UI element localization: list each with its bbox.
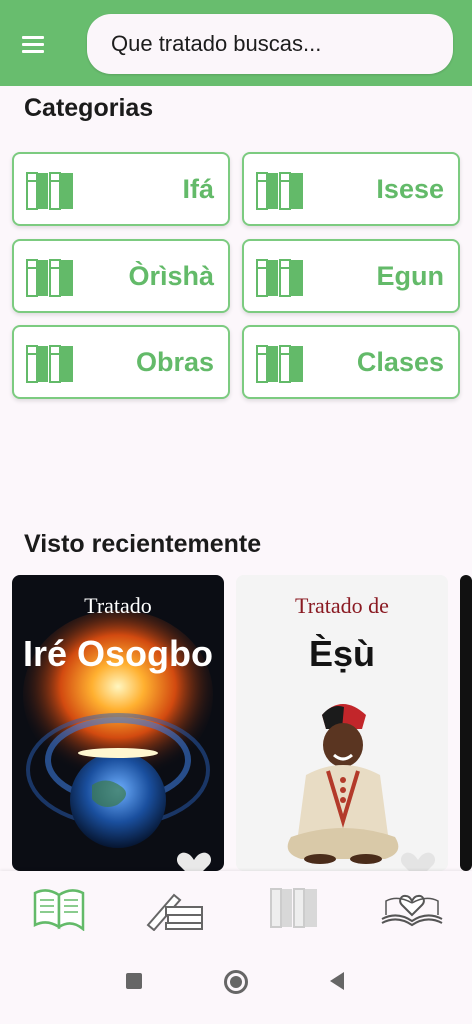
- heart-book-icon[interactable]: [380, 885, 444, 931]
- category-label: Òrìshà: [128, 261, 214, 291]
- system-navigation-bar: [0, 945, 472, 1024]
- bottom-navigation: [0, 871, 472, 945]
- hamburger-menu-icon[interactable]: [22, 36, 46, 54]
- triangle-back-icon[interactable]: [328, 971, 346, 991]
- recent-book-card-partial[interactable]: [460, 575, 472, 871]
- recent-book-card-ire-osogbo[interactable]: Tratado Iré Osogbo: [12, 575, 224, 871]
- square-recent-icon[interactable]: [126, 973, 142, 989]
- category-label: Obras: [135, 347, 214, 377]
- book-cover-image: [23, 610, 213, 848]
- cover-subtitle: Tratado de: [295, 593, 389, 618]
- categories-title: Categorias: [24, 94, 154, 122]
- book-cover-image: [236, 575, 448, 871]
- cover-subtitle: Tratado: [84, 593, 152, 618]
- cover-title: Èṣù: [308, 633, 376, 674]
- cover-title: Iré Osogbo: [22, 633, 214, 674]
- category-isese-button[interactable]: Isese: [242, 152, 460, 226]
- category-label: Egun: [376, 261, 445, 291]
- bookshelf-icon[interactable]: [270, 885, 320, 931]
- books-icon: [26, 345, 73, 383]
- books-icon: [256, 172, 303, 210]
- pencil-books-icon[interactable]: [144, 885, 206, 931]
- category-label: Ifá: [182, 174, 214, 204]
- books-icon: [256, 345, 303, 383]
- category-egun-button[interactable]: Egun: [242, 239, 460, 313]
- search-placeholder: Que tratado buscas...: [111, 31, 322, 56]
- search-input[interactable]: Que tratado buscas...: [87, 14, 453, 74]
- open-book-icon[interactable]: [32, 885, 86, 931]
- category-label: Clases: [356, 347, 444, 377]
- heart-icon[interactable]: [400, 851, 436, 871]
- heart-icon[interactable]: [176, 851, 212, 871]
- recent-title: Visto recientemente: [24, 530, 262, 558]
- books-icon: [26, 259, 73, 297]
- books-icon: [256, 259, 303, 297]
- circle-home-icon[interactable]: [223, 969, 249, 995]
- recent-book-card-esu[interactable]: Tratado de Èṣù: [236, 575, 448, 871]
- category-label: Isese: [376, 174, 444, 204]
- category-obras-button[interactable]: Obras: [12, 325, 230, 399]
- category-clases-button[interactable]: Clases: [242, 325, 460, 399]
- books-icon: [26, 172, 73, 210]
- top-app-bar: Que tratado buscas...: [0, 0, 472, 86]
- category-ifa-button[interactable]: Ifá: [12, 152, 230, 226]
- category-orisha-button[interactable]: Òrìshà: [12, 239, 230, 313]
